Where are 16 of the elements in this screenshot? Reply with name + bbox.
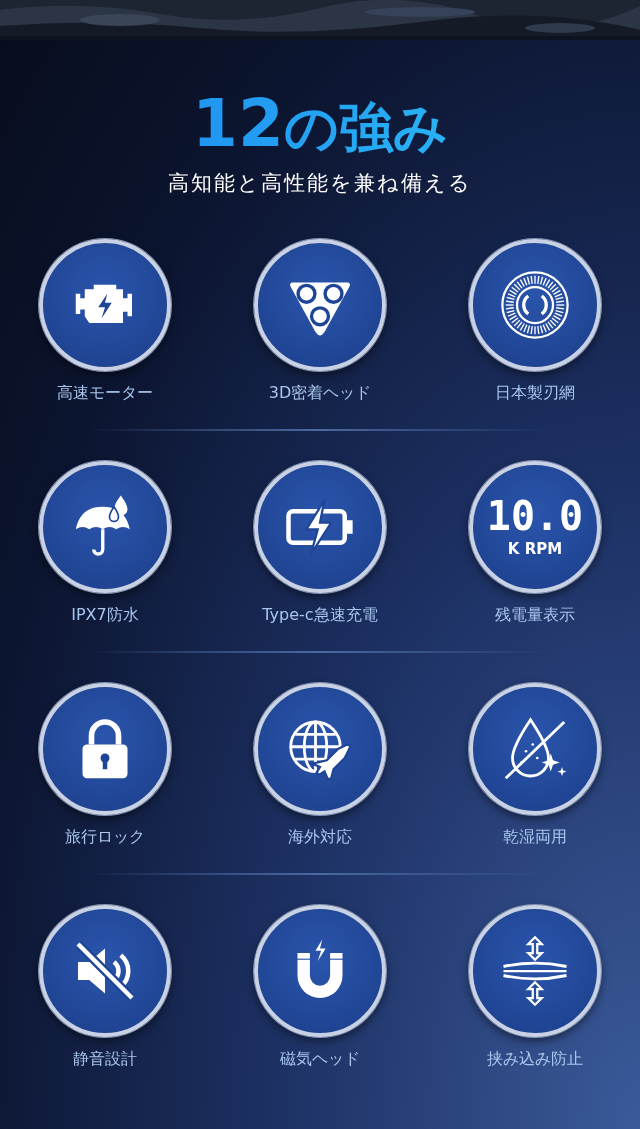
feature-label: 旅行ロック — [65, 826, 145, 848]
feature-label: IPX7防水 — [71, 604, 139, 626]
feature-label: 磁気ヘッド — [280, 1048, 360, 1070]
section-subtitle: 高知能と高性能を兼ね備える — [167, 169, 473, 197]
feature-label: 乾湿両用 — [503, 826, 567, 848]
blade-mesh-icon — [499, 268, 571, 341]
feature-label: 残電量表示 — [495, 604, 575, 626]
speed-reading: 10.0 — [486, 495, 584, 536]
speed-unit: K RPM — [507, 539, 563, 558]
feature-label: 高速モーター — [57, 382, 153, 404]
feature-label: Type-c急速充電 — [262, 604, 378, 626]
feature-label: 日本製刃網 — [495, 382, 575, 404]
feature-label: 海外対応 — [288, 826, 352, 848]
feature-label: 3D密着ヘッド — [268, 382, 372, 404]
feature-label: 静音設計 — [73, 1048, 137, 1070]
feature-label: 挟み込み防止 — [487, 1048, 583, 1070]
